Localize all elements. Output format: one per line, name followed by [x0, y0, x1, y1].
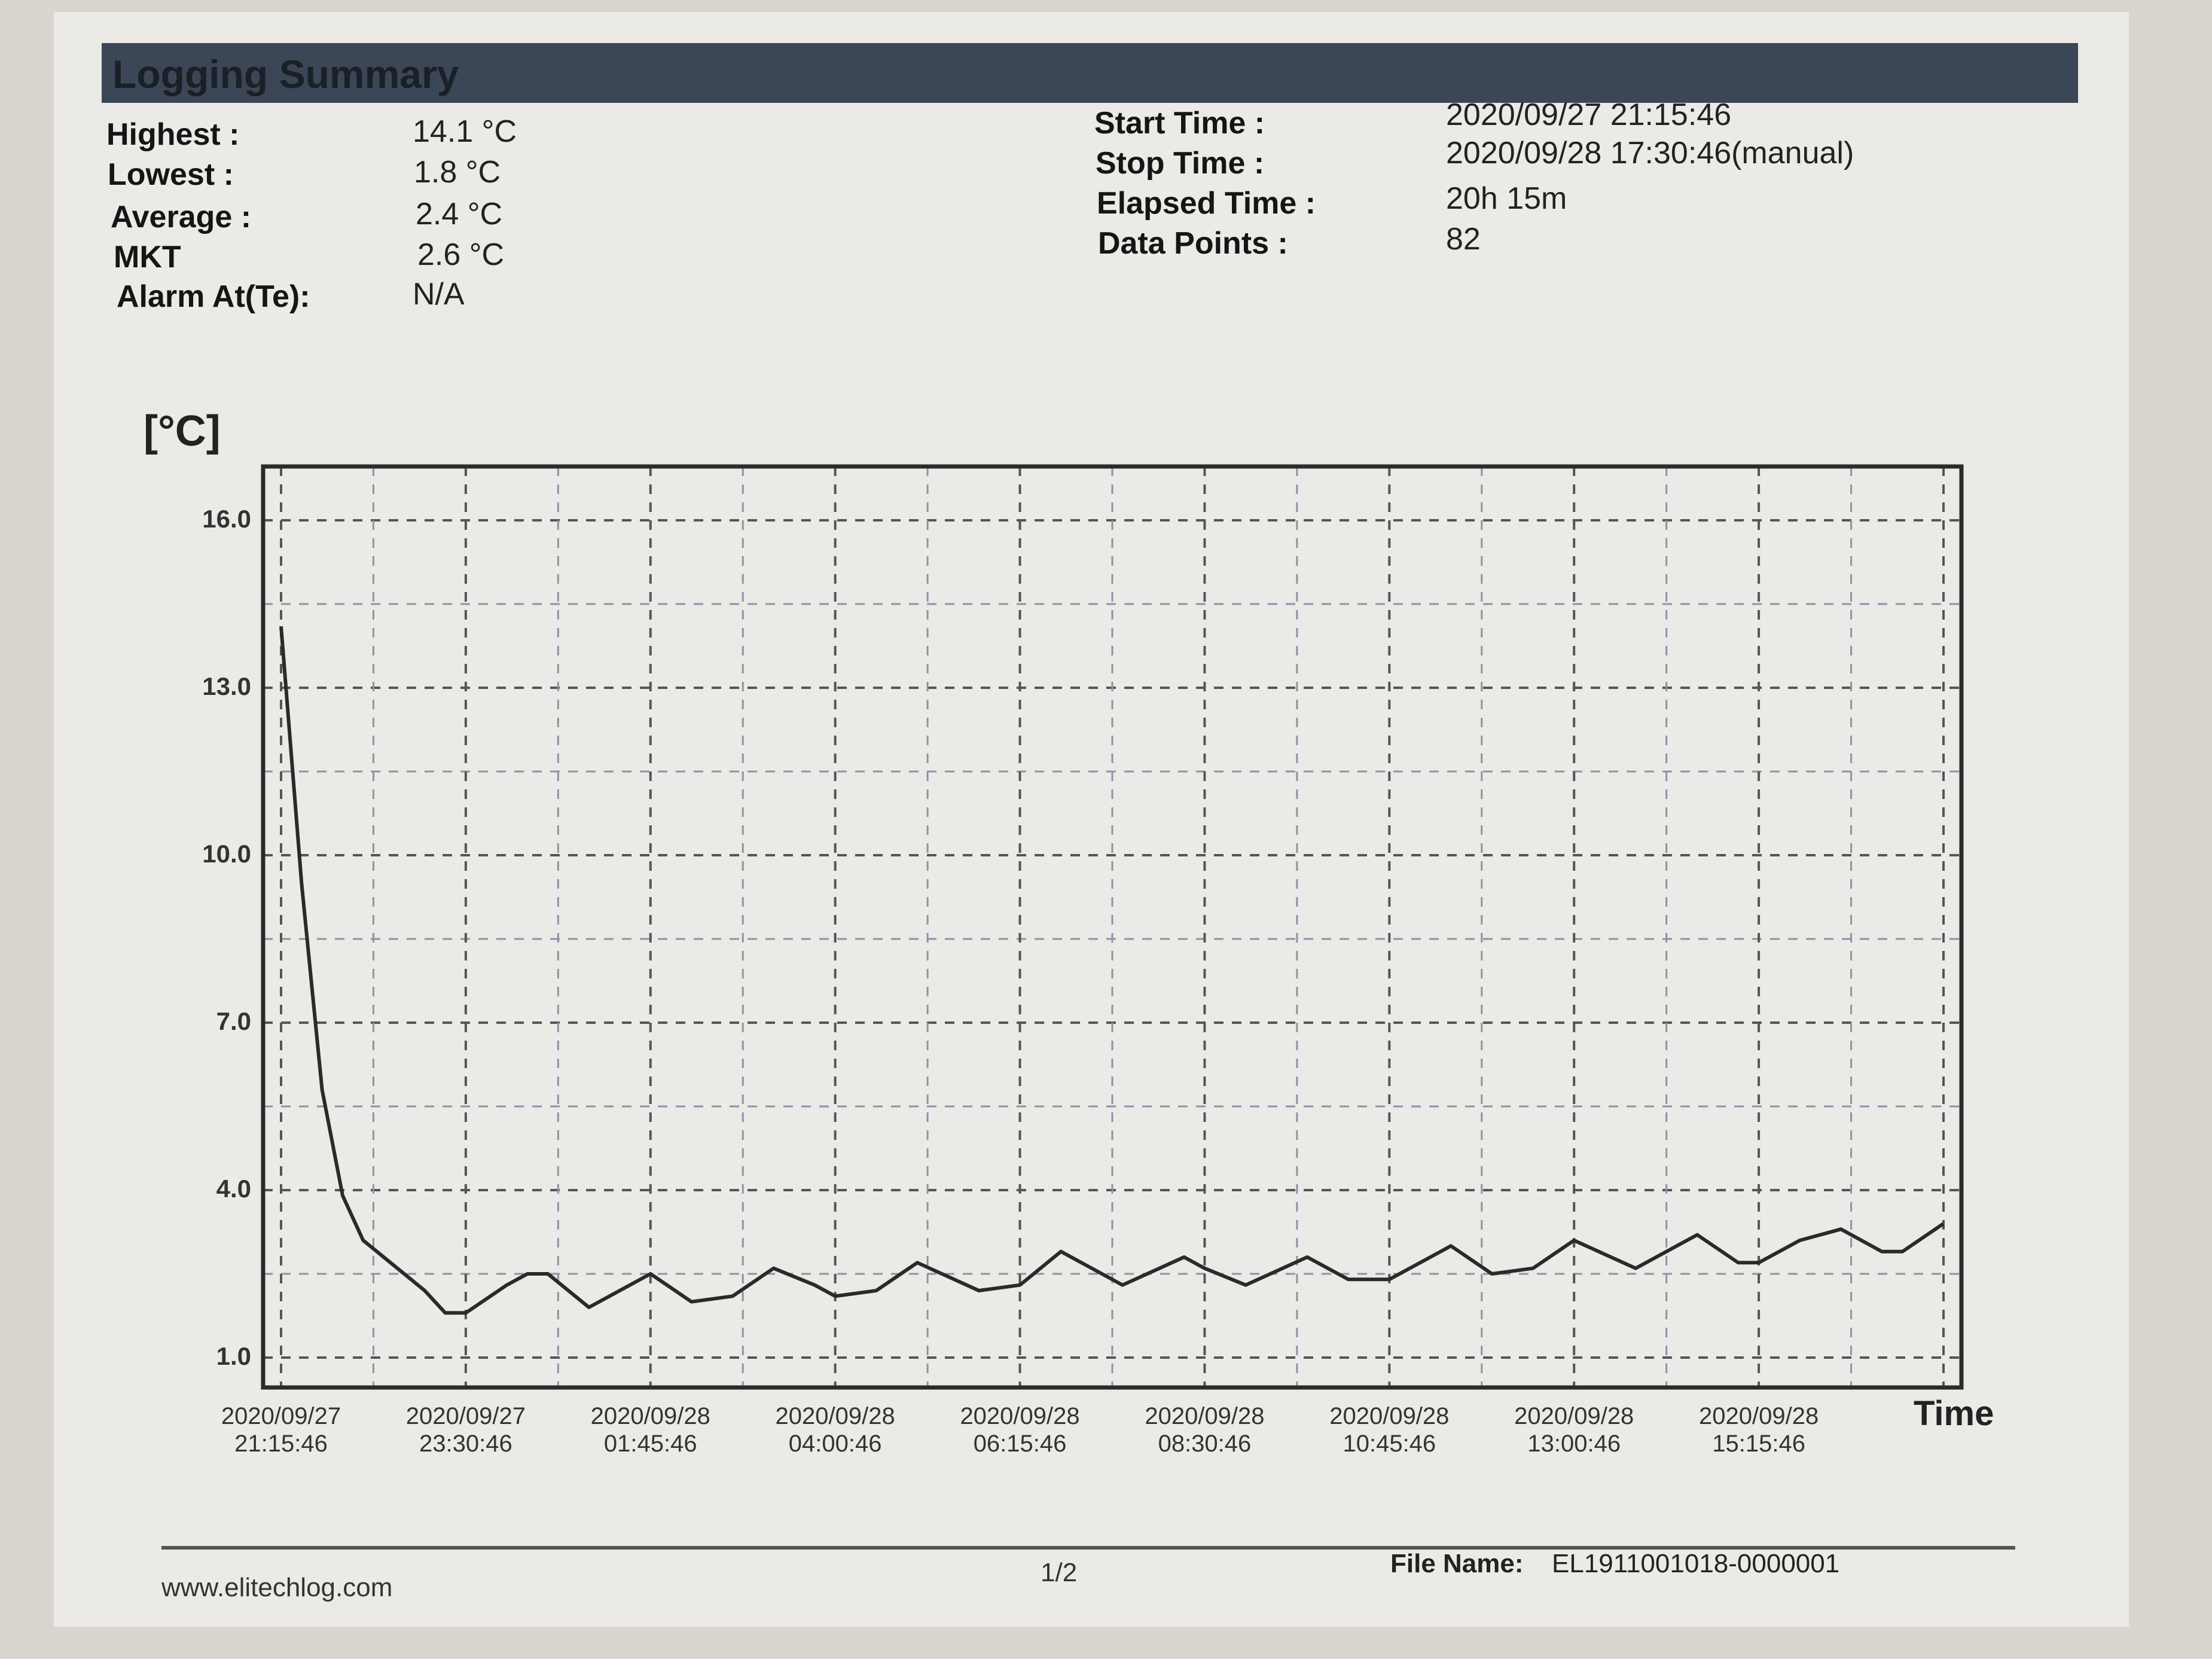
x-tick-time: 21:15:46: [234, 1431, 328, 1457]
x-tick-time: 13:00:46: [1527, 1431, 1621, 1457]
x-tick-date: 2020/09/27: [221, 1403, 341, 1429]
x-axis-title: Time: [1914, 1394, 1994, 1433]
x-tick-time: 01:45:46: [603, 1431, 697, 1457]
x-tick-label: 2020/09/27 21:15:46: [203, 1402, 359, 1457]
x-tick-date: 2020/09/27: [405, 1403, 526, 1429]
x-tick-date: 2020/09/28: [775, 1403, 895, 1429]
x-tick-date: 2020/09/28: [1329, 1403, 1450, 1429]
x-tick-label: 2020/09/28 01:45:46: [573, 1402, 728, 1457]
x-tick-label: 2020/09/28 13:00:46: [1496, 1402, 1652, 1457]
x-tick-label: 2020/09/28 06:15:46: [942, 1402, 1098, 1457]
x-tick-label: 2020/09/28 04:00:46: [758, 1402, 913, 1457]
x-tick-time: 15:15:46: [1712, 1431, 1805, 1457]
x-tick-time: 10:45:46: [1343, 1431, 1436, 1457]
x-tick-date: 2020/09/28: [960, 1403, 1080, 1429]
x-tick-time: 06:15:46: [973, 1431, 1067, 1457]
x-tick-date: 2020/09/28: [1699, 1403, 1819, 1429]
footer-website: www.elitechlog.com: [161, 1573, 393, 1602]
x-tick-time: 23:30:46: [419, 1431, 512, 1457]
x-tick-date: 2020/09/28: [1145, 1403, 1265, 1429]
footer-page-number: 1/2: [1041, 1558, 1078, 1587]
x-tick-label: 2020/09/28 10:45:46: [1311, 1402, 1467, 1457]
footer-file-name: EL1911001018-0000001: [1552, 1549, 1840, 1578]
y-tick-label: 7.0: [216, 1007, 251, 1035]
x-tick-label: 2020/09/27 23:30:46: [388, 1402, 544, 1457]
y-tick-label: 10.0: [202, 840, 251, 868]
x-tick-date: 2020/09/28: [1514, 1403, 1634, 1429]
footer-file-label: File Name:: [1390, 1549, 1524, 1578]
x-tick-label: 2020/09/28 15:15:46: [1681, 1402, 1836, 1457]
y-tick-label: 16.0: [202, 505, 251, 533]
x-tick-label: 2020/09/28 08:30:46: [1127, 1402, 1282, 1457]
x-tick-time: 04:00:46: [788, 1431, 882, 1457]
y-tick-label: 1.0: [216, 1342, 251, 1370]
y-tick-label: 13.0: [202, 672, 251, 700]
x-tick-time: 08:30:46: [1158, 1431, 1252, 1457]
y-tick-label: 4.0: [216, 1175, 251, 1203]
x-tick-date: 2020/09/28: [590, 1403, 710, 1429]
